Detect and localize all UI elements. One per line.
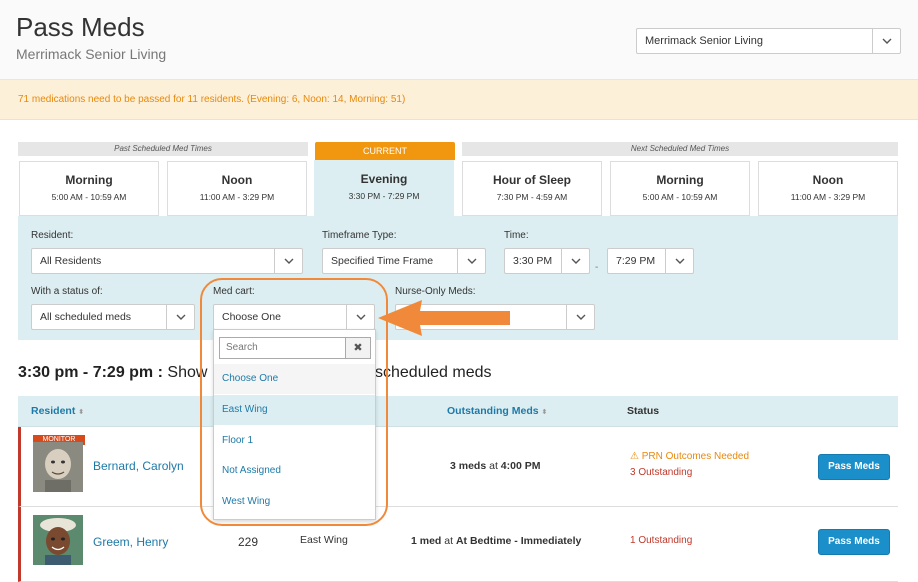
timeframe-hours: 3:30 PM - 7:29 PM	[348, 191, 420, 201]
prn-warning-text: PRN Outcomes Needed	[641, 451, 750, 462]
timeframe-name: Evening	[360, 172, 408, 186]
pass-meds-button[interactable]: Pass Meds	[818, 529, 890, 555]
status-select-value: All scheduled meds	[40, 311, 132, 323]
schedule-range: 3:30 pm - 7:29 pm :	[18, 364, 163, 381]
page-subtitle: Merrimack Senior Living	[16, 46, 167, 62]
outstanding-column-header[interactable]: Outstanding Meds ⬍	[447, 405, 547, 417]
med-cart: East Wing	[300, 534, 348, 546]
status-column-header: Status	[627, 405, 660, 417]
page-header: Pass Meds Merrimack Senior Living Merrim…	[0, 0, 918, 80]
annotation-highlight-ring	[200, 278, 388, 526]
room-number: 229	[238, 535, 259, 549]
medications-alert-banner: 71 medications need to be passed for 11 …	[0, 80, 918, 120]
warning-icon: ⚠	[630, 451, 639, 462]
time-start-value: 3:30 PM	[513, 255, 553, 267]
table-row: MONITOR Bernard, Carolyn 3 meds at 4:00 …	[18, 427, 898, 507]
status-filter-label: With a status of:	[31, 286, 103, 297]
scheduled-meds-label: scheduled meds	[375, 364, 492, 381]
annotation-arrow-icon	[374, 297, 514, 344]
timeframe-type-label: Timeframe Type:	[322, 230, 397, 241]
time-range-separator: -	[595, 262, 599, 273]
meds-at: at	[486, 460, 501, 472]
resident-select[interactable]: All Residents	[31, 248, 303, 274]
time-start-select[interactable]: 3:30 PM	[504, 248, 590, 274]
table-header: Resident ⬍ Outstanding Meds ⬍ Status	[18, 396, 898, 427]
timeframe-noon-past[interactable]: Noon 11:00 AM - 3:29 PM	[167, 161, 307, 216]
page-title: Pass Meds	[16, 12, 145, 42]
pass-meds-button[interactable]: Pass Meds	[818, 454, 890, 480]
timeframe-morning-past[interactable]: Morning 5:00 AM - 10:59 AM	[19, 161, 159, 216]
timeframe-hours: 11:00 AM - 3:29 PM	[199, 192, 275, 202]
timeframe-name: Noon	[812, 173, 844, 187]
timeframe-hour-of-sleep[interactable]: Hour of Sleep 7:30 PM - 4:59 AM	[462, 161, 602, 216]
resident-column-label: Resident	[31, 405, 76, 417]
chevron-down-icon[interactable]	[166, 305, 194, 329]
chevron-down-icon[interactable]	[274, 249, 302, 273]
timeframe-name: Hour of Sleep	[492, 173, 571, 187]
timeframe-hours: 5:00 AM - 10:59 AM	[642, 192, 718, 202]
chevron-down-icon[interactable]	[665, 249, 693, 273]
resident-column-header[interactable]: Resident ⬍	[31, 405, 84, 417]
meds-count: 1 med	[411, 535, 442, 547]
time-label: Time:	[504, 230, 529, 241]
prn-warning: ⚠ PRN Outcomes Needed	[630, 451, 749, 462]
past-scheduled-label: Past Scheduled Med Times	[18, 142, 308, 156]
outstanding-column-label: Outstanding Meds	[447, 405, 539, 417]
status-select[interactable]: All scheduled meds	[31, 304, 195, 330]
outstanding-status: 3 Outstanding	[630, 467, 693, 478]
timeframe-hours: 5:00 AM - 10:59 AM	[51, 192, 127, 202]
current-label: CURRENT	[315, 142, 455, 160]
timeframe-type-select[interactable]: Specified Time Frame	[322, 248, 486, 274]
outstanding-status: 1 Outstanding	[630, 535, 693, 546]
chevron-down-icon[interactable]	[457, 249, 485, 273]
timeframe-type-value: Specified Time Frame	[331, 255, 434, 267]
nurse-only-label: Nurse-Only Meds:	[395, 286, 476, 297]
sort-icon[interactable]: ⬍	[542, 409, 548, 416]
chevron-down-icon[interactable]	[566, 305, 594, 329]
facility-select-value: Merrimack Senior Living	[645, 35, 763, 47]
timeframe-name: Morning	[656, 173, 704, 187]
resident-filter-label: Resident:	[31, 230, 74, 241]
timeframe-morning-next[interactable]: Morning 5:00 AM - 10:59 AM	[610, 161, 750, 216]
resident-select-value: All Residents	[40, 255, 102, 267]
resident-name-link[interactable]: Bernard, Carolyn	[93, 459, 184, 473]
timeframe-name: Morning	[65, 173, 113, 187]
facility-select[interactable]: Merrimack Senior Living	[636, 28, 901, 54]
chevron-down-icon[interactable]	[561, 249, 589, 273]
outstanding-meds: 3 meds at 4:00 PM	[450, 460, 540, 472]
sort-icon[interactable]: ⬍	[78, 409, 84, 416]
next-scheduled-label: Next Scheduled Med Times	[462, 142, 898, 156]
time-end-value: 7:29 PM	[616, 255, 656, 267]
timeframe-hours: 7:30 PM - 4:59 AM	[496, 192, 568, 202]
pass-meds-page: Pass Meds Merrimack Senior Living Merrim…	[0, 0, 918, 582]
timeframe-evening-current[interactable]: Evening 3:30 PM - 7:29 PM	[314, 160, 454, 218]
avatar	[33, 515, 83, 565]
meds-time: 4:00 PM	[500, 460, 541, 472]
chevron-down-icon[interactable]	[872, 29, 900, 53]
timeframe-name: Noon	[221, 173, 253, 187]
schedule-heading: 3:30 pm - 7:29 pm : Show	[18, 364, 207, 382]
timeframe-hours: 11:00 AM - 3:29 PM	[790, 192, 866, 202]
meds-time: At Bedtime - Immediately	[455, 535, 582, 547]
outstanding-meds: 1 med at At Bedtime - Immediately	[411, 535, 581, 547]
meds-at: at	[441, 535, 456, 547]
timeframe-noon-next[interactable]: Noon 11:00 AM - 3:29 PM	[758, 161, 898, 216]
time-end-select[interactable]: 7:29 PM	[607, 248, 694, 274]
table-row: Greem, Henry 229 East Wing 1 med at At B…	[18, 507, 898, 582]
resident-name-link[interactable]: Greem, Henry	[93, 535, 168, 549]
meds-count: 3 meds	[450, 460, 487, 472]
avatar	[33, 442, 83, 492]
